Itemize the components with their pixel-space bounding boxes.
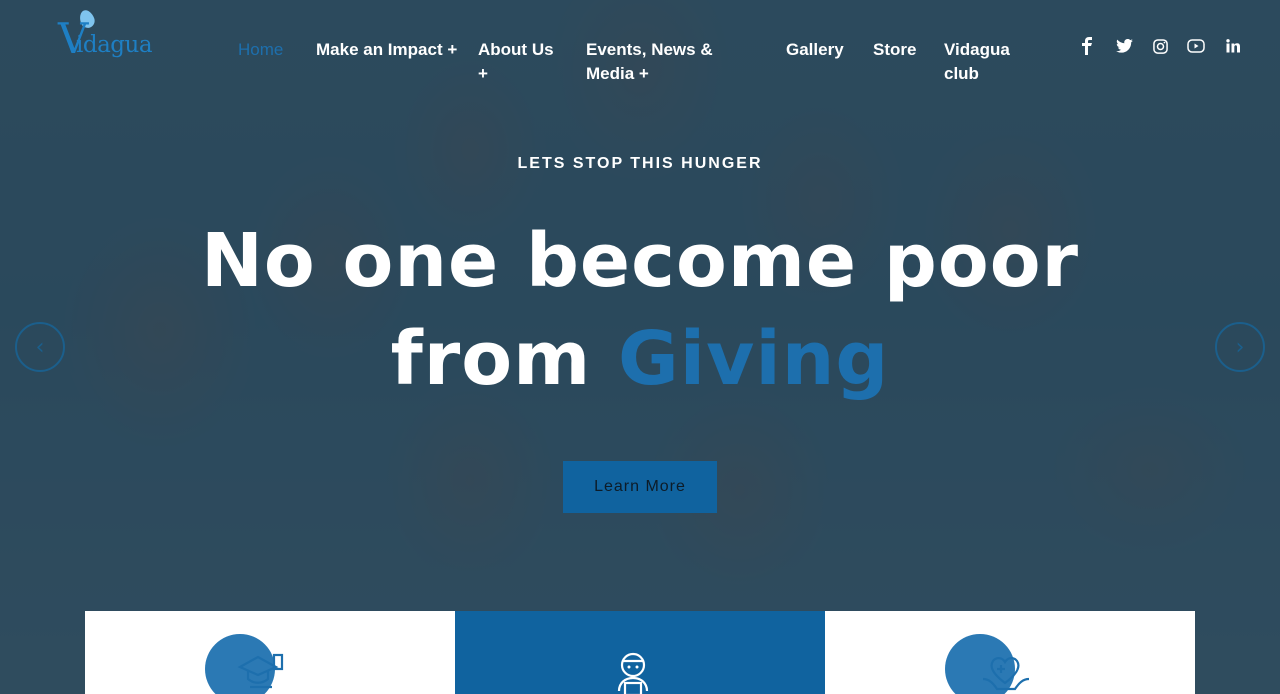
nav-home[interactable]: Home <box>238 38 298 62</box>
graduation-hand-icon <box>237 653 284 689</box>
feature-card-3[interactable] <box>825 611 1195 694</box>
feature-cards <box>85 611 1195 694</box>
linkedin-icon[interactable] <box>1223 36 1243 56</box>
learn-more-button[interactable]: Learn More <box>563 461 717 513</box>
nav-store[interactable]: Store <box>873 38 928 62</box>
heart-hand-icon <box>982 657 1030 691</box>
facebook-icon[interactable] <box>1077 36 1097 56</box>
instagram-icon[interactable] <box>1150 36 1170 56</box>
nav-make-an-impact[interactable]: Make an Impact + <box>316 38 461 62</box>
youtube-icon[interactable] <box>1186 36 1206 56</box>
hero-headline: No one become poor from Giving <box>0 212 1280 408</box>
logo-text: idagua <box>76 32 153 58</box>
feature-card-2[interactable] <box>455 611 825 694</box>
site-logo[interactable]: V idagua <box>58 8 168 66</box>
person-icon <box>617 652 649 694</box>
headline-accent: Giving <box>618 316 890 402</box>
twitter-icon[interactable] <box>1114 36 1134 56</box>
hero-eyebrow: LETS STOP THIS HUNGER <box>517 155 763 172</box>
headline-line-2-prefix: from <box>390 316 592 402</box>
nav-events-news-media[interactable]: Events, News & Media + <box>586 38 726 86</box>
nav-gallery[interactable]: Gallery <box>786 38 856 62</box>
headline-line-1: No one become poor <box>200 218 1080 304</box>
feature-card-1[interactable] <box>85 611 455 694</box>
nav-about-us[interactable]: About Us + <box>478 38 568 86</box>
nav-vidagua-club[interactable]: Vidagua club <box>944 38 1034 86</box>
